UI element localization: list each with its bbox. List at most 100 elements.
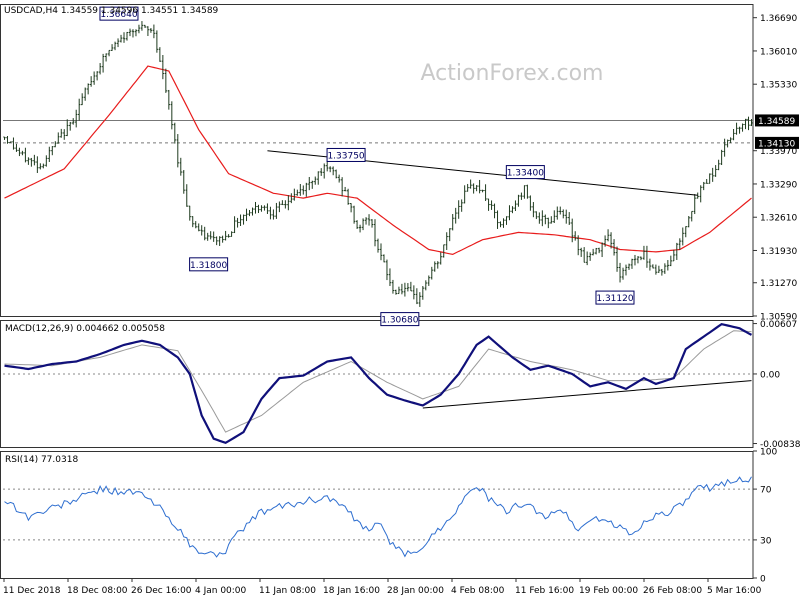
candle bbox=[21, 150, 24, 156]
candle bbox=[95, 71, 99, 81]
candle bbox=[275, 202, 278, 219]
candle bbox=[104, 53, 108, 62]
candle bbox=[475, 185, 478, 192]
candle bbox=[535, 211, 538, 220]
candle bbox=[311, 180, 314, 189]
candle bbox=[296, 189, 299, 196]
price-label: 1.33400 bbox=[507, 169, 544, 179]
x-tick-label: 11 Feb 16:00 bbox=[515, 586, 574, 596]
candle bbox=[137, 24, 141, 34]
candle bbox=[155, 30, 159, 53]
candle bbox=[236, 217, 239, 228]
x-tick-label: 5 Mar 16:00 bbox=[707, 586, 762, 596]
candle bbox=[630, 258, 634, 269]
candle bbox=[328, 166, 332, 173]
candle bbox=[284, 200, 287, 209]
candle bbox=[690, 210, 693, 222]
candle bbox=[203, 226, 206, 241]
candle bbox=[15, 143, 18, 152]
candle bbox=[323, 163, 326, 179]
candle bbox=[675, 242, 679, 260]
candle bbox=[212, 231, 215, 242]
candle bbox=[484, 184, 487, 201]
level-label: 1.34130 bbox=[758, 139, 795, 149]
candle bbox=[101, 53, 105, 73]
candle bbox=[747, 116, 750, 131]
x-tick-label: 18 Dec 08:00 bbox=[67, 586, 128, 596]
candle bbox=[331, 166, 335, 176]
panel-frame-price bbox=[0, 4, 754, 317]
forex-chart: ActionForex.com 1.36640 1.31800 1.33750 1.3… bbox=[0, 0, 800, 600]
candle bbox=[27, 157, 30, 165]
candle bbox=[382, 254, 386, 263]
candle bbox=[409, 281, 413, 292]
x-tick-label: 18 Jan 16:00 bbox=[323, 586, 380, 596]
candle bbox=[272, 209, 275, 220]
candle bbox=[636, 256, 640, 264]
candle bbox=[305, 182, 308, 197]
candle bbox=[39, 163, 42, 170]
candle bbox=[215, 236, 218, 246]
candle bbox=[355, 220, 359, 229]
x-tick-label: 11 Dec 2018 bbox=[3, 586, 61, 596]
candle bbox=[562, 209, 565, 219]
candle bbox=[618, 262, 622, 283]
candle bbox=[633, 254, 637, 266]
candle bbox=[663, 263, 667, 274]
candle bbox=[370, 219, 374, 228]
candle bbox=[711, 167, 714, 182]
macd-y-tick-label: 0.00 bbox=[760, 370, 780, 380]
candle bbox=[278, 201, 281, 213]
candle bbox=[460, 199, 463, 212]
candle bbox=[349, 203, 353, 213]
candle bbox=[3, 136, 6, 140]
candle bbox=[24, 147, 27, 163]
candle bbox=[678, 238, 681, 250]
rsi-title: RSI(14) 77.0318 bbox=[5, 455, 78, 465]
candle bbox=[693, 194, 696, 215]
candle bbox=[526, 184, 529, 199]
candle bbox=[723, 138, 726, 157]
candle bbox=[33, 154, 36, 166]
candles-layer bbox=[3, 21, 753, 307]
candle bbox=[720, 149, 723, 166]
candle bbox=[708, 173, 711, 184]
candle bbox=[221, 235, 224, 243]
candle bbox=[505, 216, 508, 225]
candle bbox=[176, 134, 180, 168]
candle bbox=[146, 26, 150, 36]
candle bbox=[92, 71, 96, 85]
candle bbox=[358, 224, 362, 233]
candle bbox=[308, 176, 311, 191]
candle bbox=[582, 247, 586, 263]
moving-average-layer bbox=[4, 65, 752, 256]
candle bbox=[445, 232, 448, 250]
candle bbox=[615, 246, 619, 272]
x-tick-label: 19 Feb 00:00 bbox=[579, 586, 638, 596]
candle bbox=[472, 183, 475, 194]
candle bbox=[550, 216, 553, 224]
candle bbox=[442, 244, 445, 258]
candle bbox=[77, 98, 81, 121]
moving-average-line bbox=[4, 65, 752, 256]
candle bbox=[317, 171, 320, 185]
candle bbox=[128, 28, 132, 37]
candle bbox=[367, 214, 371, 226]
candle bbox=[158, 47, 162, 62]
candle bbox=[556, 206, 559, 220]
price-y-tick-label: 1.31930 bbox=[760, 247, 797, 257]
candle bbox=[672, 249, 676, 262]
candle bbox=[585, 251, 589, 266]
candle bbox=[42, 163, 45, 169]
candle bbox=[113, 41, 117, 51]
candle bbox=[738, 126, 741, 134]
candle bbox=[421, 286, 425, 300]
candle bbox=[547, 217, 550, 229]
candle bbox=[80, 93, 84, 106]
candle bbox=[251, 207, 254, 216]
symbol-info: USDCAD,H4 1.34559 1.34596 1.34551 1.3458… bbox=[4, 6, 219, 16]
candle bbox=[170, 101, 174, 130]
candle bbox=[18, 147, 21, 157]
candle bbox=[107, 49, 111, 57]
candle bbox=[233, 216, 236, 234]
